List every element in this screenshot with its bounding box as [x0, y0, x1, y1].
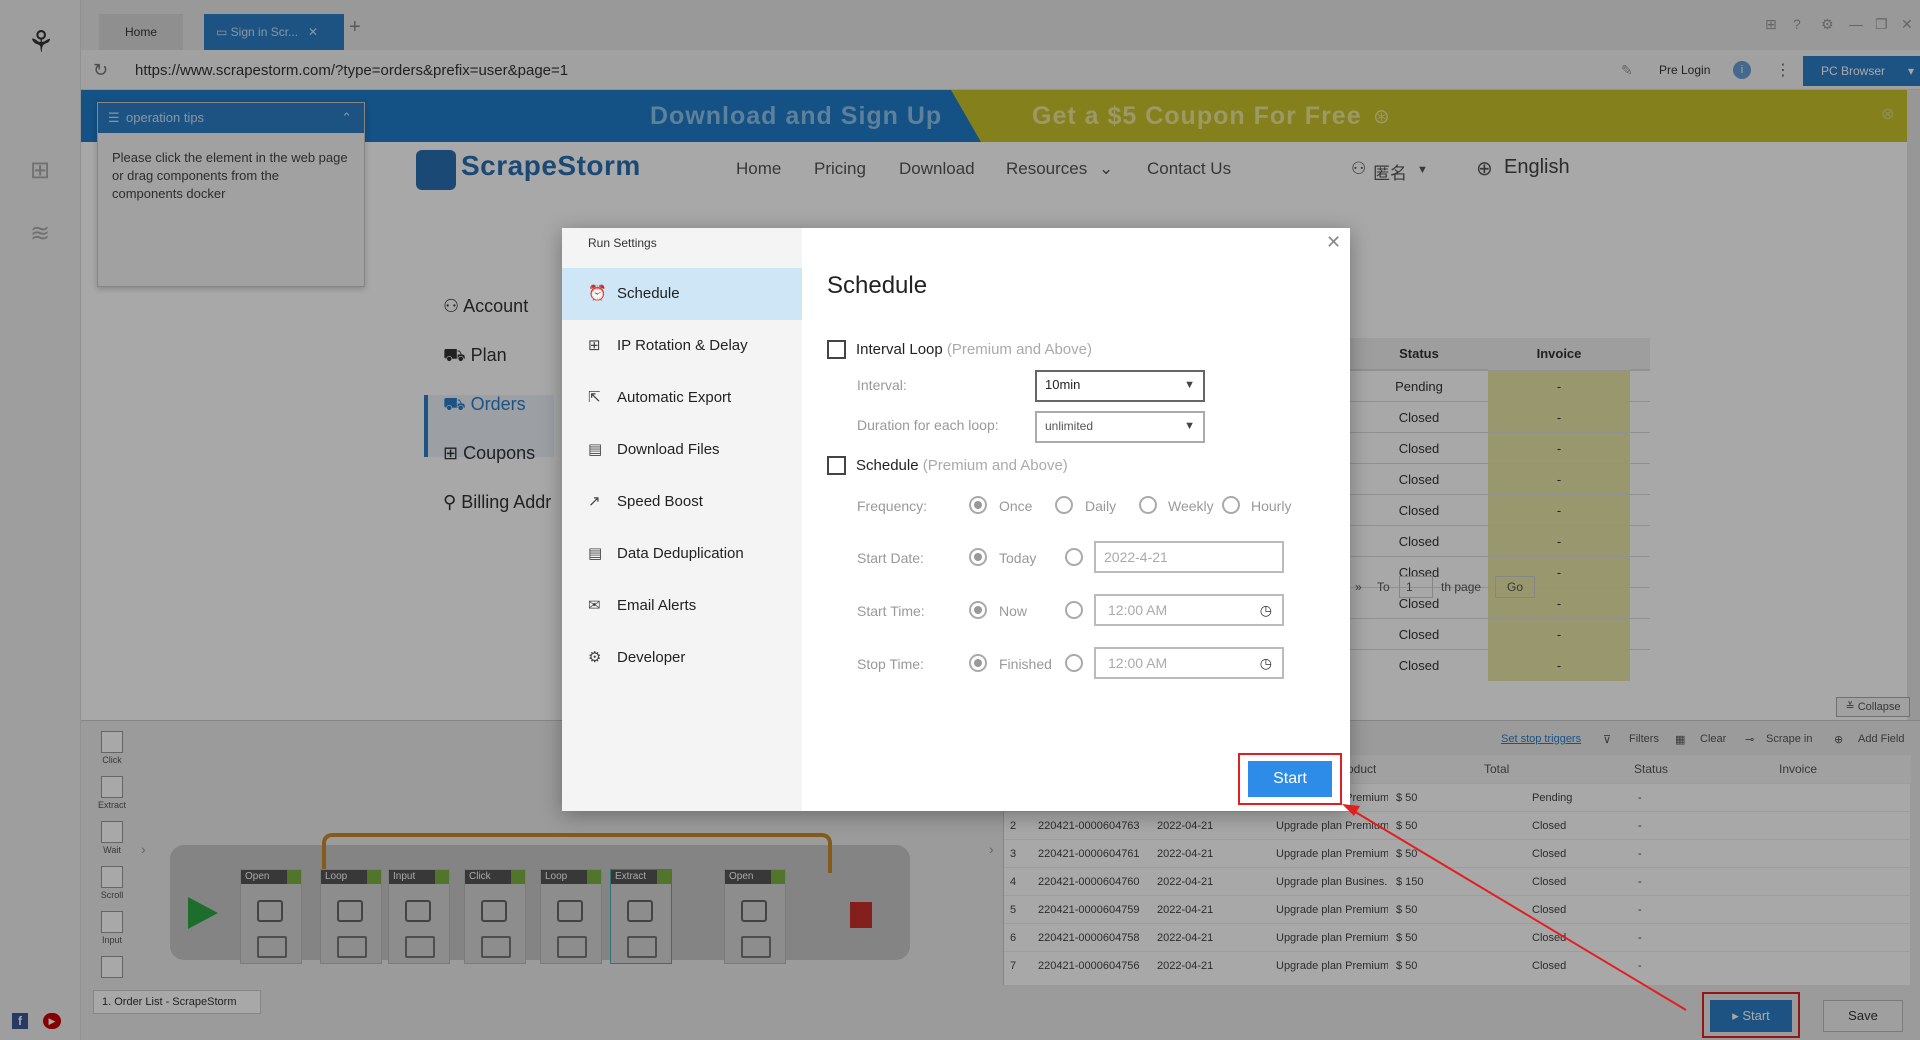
interval-loop-label: Interval Loop (Premium and Above)	[856, 341, 1092, 358]
menu-download-files[interactable]: ▤ Download Files	[562, 424, 802, 476]
menu-automatic-export[interactable]: ⇱ Automatic Export	[562, 372, 802, 424]
stop-time-input[interactable]: 12:00 AM ◷	[1094, 647, 1284, 679]
duration-select[interactable]: unlimited ▼	[1035, 411, 1205, 443]
menu-label: Developer	[617, 649, 686, 666]
premium-note: (Premium and Above)	[946, 341, 1092, 358]
start-date-today-label: Today	[999, 550, 1037, 566]
menu-developer[interactable]: ⚙ Developer	[562, 632, 802, 684]
menu-label: IP Rotation & Delay	[617, 337, 748, 354]
menu-label: Schedule	[617, 285, 680, 302]
export-icon: ⇱	[588, 389, 601, 406]
interval-label: Interval:	[857, 377, 907, 393]
menu-label: Download Files	[617, 441, 720, 458]
start-time-value: 12:00 AM	[1108, 602, 1168, 618]
alarm-clock-icon: ⏰	[588, 285, 607, 302]
chevron-down-icon: ▼	[1184, 420, 1195, 432]
ip-icon: ⊞	[588, 337, 601, 354]
menu-email-alerts[interactable]: ✉ Email Alerts	[562, 580, 802, 632]
file-download-icon: ▤	[588, 441, 603, 458]
premium-note: (Premium and Above)	[922, 457, 1068, 474]
menu-label: Email Alerts	[617, 597, 697, 614]
start-date-today-radio[interactable]	[969, 548, 987, 566]
start-time-now-radio[interactable]	[969, 601, 987, 619]
speed-chart-icon: ↗	[588, 493, 601, 510]
menu-data-deduplication[interactable]: ▤ Data Deduplication	[562, 528, 802, 580]
frequency-hourly-label: Hourly	[1251, 498, 1292, 514]
dedup-icon: ▤	[588, 545, 603, 562]
close-dialog-icon[interactable]: ✕	[1326, 232, 1341, 253]
schedule-label: Schedule (Premium and Above)	[856, 457, 1068, 474]
start-date-label: Start Date:	[857, 550, 924, 566]
start-time-input[interactable]: 12:00 AM ◷	[1094, 594, 1284, 626]
stop-time-finished-label: Finished	[999, 656, 1052, 672]
settings-menu: Run Settings ⏰ Schedule ⊞ IP Rotation & De…	[562, 228, 802, 811]
clock-icon: ◷	[1259, 602, 1272, 618]
highlight-box	[1238, 753, 1342, 805]
start-time-label: Start Time:	[857, 603, 925, 619]
clock-icon: ◷	[1259, 655, 1272, 671]
dialog-header: Run Settings	[588, 236, 657, 250]
frequency-daily-label: Daily	[1085, 498, 1117, 514]
frequency-weekly-label: Weekly	[1168, 498, 1214, 514]
start-date-value: 2022-4-21	[1104, 549, 1168, 565]
menu-label: Speed Boost	[617, 493, 703, 510]
menu-ip-rotation[interactable]: ⊞ IP Rotation & Delay	[562, 320, 802, 372]
interval-loop-checkbox[interactable]	[827, 340, 846, 359]
duration-label: Duration for each loop:	[857, 417, 999, 433]
start-time-now-label: Now	[999, 603, 1028, 619]
schedule-text: Schedule	[856, 457, 919, 474]
stop-time-finished-radio[interactable]	[969, 654, 987, 672]
stop-time-custom-radio[interactable]	[1065, 654, 1083, 672]
start-time-custom-radio[interactable]	[1065, 601, 1083, 619]
start-date-custom-radio[interactable]	[1065, 548, 1083, 566]
dialog-title: Schedule	[827, 272, 928, 299]
email-icon: ✉	[588, 597, 601, 614]
frequency-hourly-radio[interactable]	[1222, 496, 1240, 514]
interval-select[interactable]: 10min ▼	[1035, 370, 1205, 402]
frequency-daily-radio[interactable]	[1055, 496, 1073, 514]
frequency-label: Frequency:	[857, 498, 928, 514]
stop-time-label: Stop Time:	[857, 656, 924, 672]
duration-value: unlimited	[1045, 419, 1094, 433]
run-settings-dialog: Run Settings ⏰ Schedule ⊞ IP Rotation & De…	[562, 228, 1350, 811]
frequency-once-label: Once	[999, 498, 1033, 514]
menu-label: Automatic Export	[617, 389, 732, 406]
chevron-down-icon: ▼	[1184, 379, 1195, 391]
schedule-checkbox[interactable]	[827, 456, 846, 475]
interval-loop-text: Interval Loop	[856, 341, 943, 358]
stop-time-value: 12:00 AM	[1108, 655, 1168, 671]
menu-label: Data Deduplication	[617, 545, 744, 562]
start-date-input[interactable]: 2022-4-21	[1094, 541, 1284, 573]
interval-value: 10min	[1045, 377, 1081, 392]
gear-icon: ⚙	[588, 649, 602, 666]
frequency-once-radio[interactable]	[969, 496, 987, 514]
frequency-weekly-radio[interactable]	[1139, 496, 1157, 514]
menu-speed-boost[interactable]: ↗ Speed Boost	[562, 476, 802, 528]
menu-schedule[interactable]: ⏰ Schedule	[562, 268, 802, 320]
